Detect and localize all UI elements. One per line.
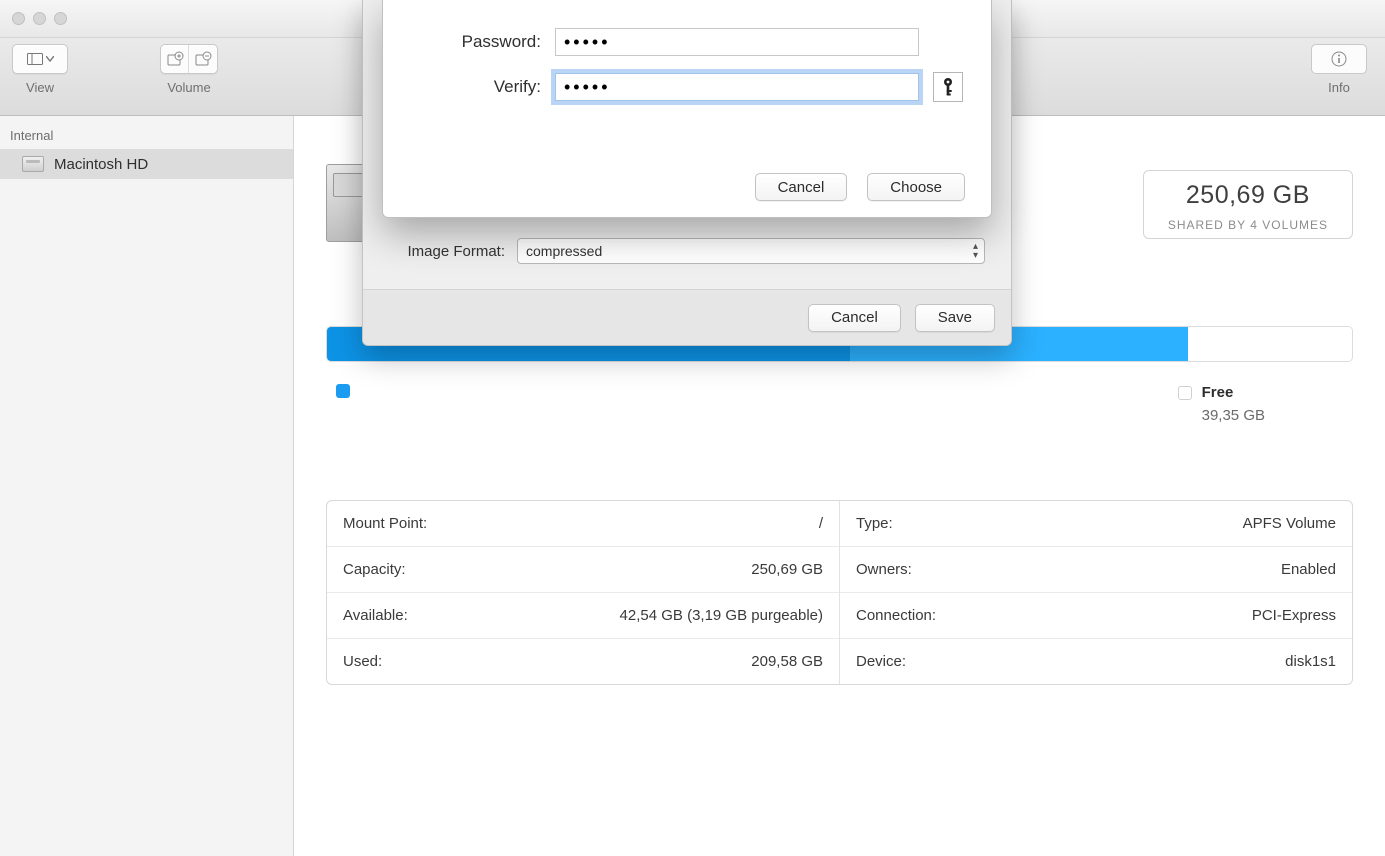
info-icon xyxy=(1330,50,1348,68)
sidebar-icon xyxy=(27,53,54,65)
sheet-save-button[interactable]: Save xyxy=(915,304,995,332)
sidebar-item-volume[interactable]: Macintosh HD xyxy=(0,149,293,179)
legend-free: Free 39,35 GB xyxy=(1178,384,1265,424)
info-panel: Mount Point:/ Capacity:250,69 GB Availab… xyxy=(326,500,1353,685)
info-row: Available:42,54 GB (3,19 GB purgeable) xyxy=(327,593,839,639)
updown-icon: ▴▾ xyxy=(973,242,978,260)
password-choose-button[interactable]: Choose xyxy=(867,173,965,201)
info-row: Owners:Enabled xyxy=(840,547,1352,593)
volume-remove-icon xyxy=(194,51,212,67)
sidebar-section-header: Internal xyxy=(0,122,293,149)
legend-dot-free xyxy=(1178,386,1192,400)
image-format-select[interactable]: compressed ▴▾ xyxy=(517,238,985,264)
info-row: Connection:PCI-Express xyxy=(840,593,1352,639)
sheet-cancel-button[interactable]: Cancel xyxy=(808,304,901,332)
toolbar-view-label: View xyxy=(26,80,54,95)
key-icon xyxy=(941,77,955,97)
info-row: Device:disk1s1 xyxy=(840,639,1352,684)
volume-remove-button[interactable] xyxy=(189,45,217,73)
capacity-value: 250,69 GB xyxy=(1168,181,1328,210)
image-format-label: Image Format: xyxy=(389,243,505,260)
info-row: Capacity:250,69 GB xyxy=(327,547,839,593)
volume-buttons xyxy=(160,44,218,74)
sidebar: Internal Macintosh HD xyxy=(0,116,294,856)
legend-free-label: Free xyxy=(1202,384,1234,401)
password-sheet: Password: Verify: Cancel Choose xyxy=(382,0,992,218)
info-row: Type:APFS Volume xyxy=(840,501,1352,547)
legend-free-value: 39,35 GB xyxy=(1202,407,1265,424)
toolbar-info-label: Info xyxy=(1328,80,1350,95)
password-label: Password: xyxy=(411,32,541,52)
chevron-down-icon xyxy=(46,56,54,62)
volume-add-button[interactable] xyxy=(161,45,189,73)
toolbar-view-group: View xyxy=(12,44,68,95)
volume-add-icon xyxy=(166,51,184,67)
sidebar-item-label: Macintosh HD xyxy=(54,156,148,173)
info-button[interactable] xyxy=(1311,44,1367,74)
info-row: Used:209,58 GB xyxy=(327,639,839,684)
password-cancel-button[interactable]: Cancel xyxy=(755,173,848,201)
capacity-subtitle: SHARED BY 4 VOLUMES xyxy=(1168,218,1328,232)
info-row: Mount Point:/ xyxy=(327,501,839,547)
password-assistant-button[interactable] xyxy=(933,72,963,102)
legend-dot-used xyxy=(336,384,350,398)
info-col-left: Mount Point:/ Capacity:250,69 GB Availab… xyxy=(327,501,840,684)
usage-segment-free xyxy=(1188,327,1352,361)
info-col-right: Type:APFS Volume Owners:Enabled Connecti… xyxy=(840,501,1352,684)
image-format-value: compressed xyxy=(526,243,602,259)
toolbar-volume-group: Volume xyxy=(160,44,218,95)
view-button[interactable] xyxy=(12,44,68,74)
verify-input[interactable] xyxy=(555,73,919,101)
toolbar-info-group: Info xyxy=(1311,44,1367,95)
password-input[interactable] xyxy=(555,28,919,56)
hard-drive-icon xyxy=(22,156,44,172)
verify-label: Verify: xyxy=(411,77,541,97)
capacity-box: 250,69 GB SHARED BY 4 VOLUMES xyxy=(1143,170,1353,239)
toolbar-volume-label: Volume xyxy=(167,80,210,95)
